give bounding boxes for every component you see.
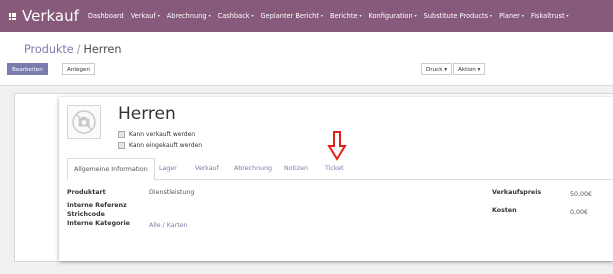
menu-verkauf[interactable]: Verkauf ▾	[131, 12, 160, 20]
print-dropdown-button[interactable]: Druck ▾	[421, 63, 453, 75]
menu-cashback[interactable]: Cashback ▾	[218, 12, 254, 20]
chevron-down-icon: ▾	[414, 13, 417, 18]
menu-substitute-products[interactable]: Substitute Products ▾	[424, 12, 492, 20]
field-label-strichcode: Strichcode	[67, 211, 105, 218]
tab-verkauf[interactable]: Verkauf	[195, 158, 219, 180]
checkbox-box[interactable]	[118, 131, 125, 138]
tab-abrechnung[interactable]: Abrechnung	[234, 158, 272, 180]
checkbox-label: Kann eingekauft werden	[129, 142, 203, 149]
menu-abrechnung[interactable]: Abrechnung ▾	[167, 12, 211, 20]
product-name[interactable]: Herren	[118, 104, 176, 124]
menu-fiskaltrust[interactable]: Fiskaltrust ▾	[531, 12, 569, 20]
menu-planer[interactable]: Planer ▾	[499, 12, 524, 20]
notebook-tabs: Allgemeine Information Lager Verkauf Abr…	[67, 158, 613, 181]
tab-lager[interactable]: Lager	[159, 158, 177, 180]
menu-dashboard[interactable]: Dashboard	[88, 12, 124, 20]
checkbox-box[interactable]	[118, 142, 125, 149]
breadcrumb: Produkte / Herren	[24, 43, 122, 56]
action-dropdown-button[interactable]: Aktion ▾	[453, 63, 486, 75]
field-label-produktart: Produktart	[67, 189, 106, 196]
chevron-down-icon: ▾	[521, 13, 524, 18]
create-button[interactable]: Anlegen	[62, 63, 95, 75]
red-arrow-annotation-icon	[327, 131, 347, 161]
breadcrumb-separator: /	[76, 43, 81, 56]
menu-berichte[interactable]: Berichte ▾	[330, 12, 362, 20]
field-value-kosten[interactable]: 0,00€	[570, 209, 588, 216]
tab-ticket[interactable]: Ticket	[325, 158, 344, 180]
menu-geplanter-bericht[interactable]: Geplanter Bericht ▾	[261, 12, 323, 20]
breadcrumb-parent-link[interactable]: Produkte	[24, 43, 74, 56]
breadcrumb-current: Herren	[83, 43, 122, 56]
camera-placeholder-icon	[72, 110, 96, 134]
chevron-down-icon: ▾	[566, 13, 569, 18]
edit-button[interactable]: Bearbeiten	[7, 63, 48, 75]
product-form-sheet: Herren Kann verkauft werden Kann eingeka…	[59, 97, 613, 261]
chevron-down-icon: ▾	[157, 13, 160, 18]
can-be-sold-checkbox[interactable]: Kann verkauft werden	[118, 131, 195, 138]
product-image[interactable]	[67, 105, 101, 139]
checkbox-label: Kann verkauft werden	[129, 131, 196, 138]
chevron-down-icon: ▾	[490, 13, 493, 18]
control-panel: Produkte / Herren Bearbeiten Anlegen Druck…	[0, 32, 613, 86]
tab-notizen[interactable]: Notizen	[284, 158, 308, 180]
chevron-down-icon: ▾	[359, 13, 362, 18]
menu-konfiguration[interactable]: Konfiguration ▾	[369, 12, 417, 20]
chevron-down-icon: ▾	[320, 13, 323, 18]
chevron-down-icon: ▾	[251, 13, 254, 18]
chevron-down-icon: ▾	[208, 13, 211, 18]
field-value-produktart[interactable]: Dienstleistung	[149, 189, 194, 196]
tab-allgemeine-information[interactable]: Allgemeine Information	[67, 158, 155, 181]
field-label-interne-referenz: Interne Referenz	[67, 202, 127, 209]
field-value-verkaufspreis[interactable]: 50,00€	[570, 191, 592, 198]
apps-grid-icon[interactable]	[9, 12, 16, 20]
can-be-purchased-checkbox[interactable]: Kann eingekauft werden	[118, 142, 202, 149]
top-navbar: Verkauf Dashboard Verkauf ▾ Abrechnung ▾ C…	[0, 0, 613, 32]
field-value-interne-kategorie[interactable]: Alle / Karten	[149, 222, 188, 229]
field-label-kosten: Kosten	[492, 207, 517, 214]
field-label-verkaufspreis: Verkaufspreis	[492, 189, 542, 196]
field-label-interne-kategorie: Interne Kategorie	[67, 220, 130, 227]
app-title: Verkauf	[22, 7, 79, 25]
